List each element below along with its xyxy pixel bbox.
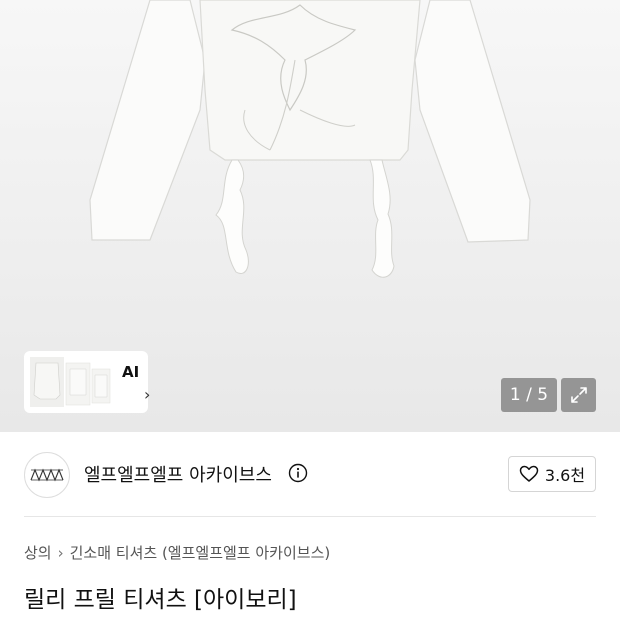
heart-icon	[519, 465, 539, 482]
chevron-right-icon: ›	[144, 385, 151, 404]
like-count: 3.6천	[544, 466, 586, 485]
thumbnail-previews	[28, 355, 116, 409]
divider	[24, 516, 596, 517]
breadcrumb-item-category[interactable]: 상의	[24, 542, 52, 563]
expand-icon	[570, 387, 587, 403]
breadcrumb-item-subcategory[interactable]: 긴소매 티셔츠 (엘프엘프엘프 아카이브스)	[70, 542, 331, 563]
product-image-gallery[interactable]: AI › 1 / 5	[0, 0, 620, 432]
ai-thumbnail-card[interactable]: AI ›	[24, 351, 151, 413]
product-title: 릴리 프릴 티셔츠 [아이보리]	[24, 587, 297, 613]
chevron-right-icon: ›	[57, 543, 64, 562]
brand-logo-mark	[30, 468, 64, 482]
brand-row: 엘프엘프엘프 아카이브스 3.6천	[0, 432, 620, 516]
expand-button[interactable]	[561, 378, 596, 412]
ai-label: AI	[122, 363, 140, 381]
brand-logo[interactable]	[24, 452, 70, 498]
image-counter: 1 / 5	[501, 378, 557, 412]
breadcrumb: 상의 › 긴소매 티셔츠 (엘프엘프엘프 아카이브스)	[24, 542, 330, 563]
like-button[interactable]: 3.6천	[508, 456, 596, 492]
brand-name[interactable]: 엘프엘프엘프 아카이브스	[84, 461, 272, 487]
info-icon[interactable]	[288, 463, 308, 483]
